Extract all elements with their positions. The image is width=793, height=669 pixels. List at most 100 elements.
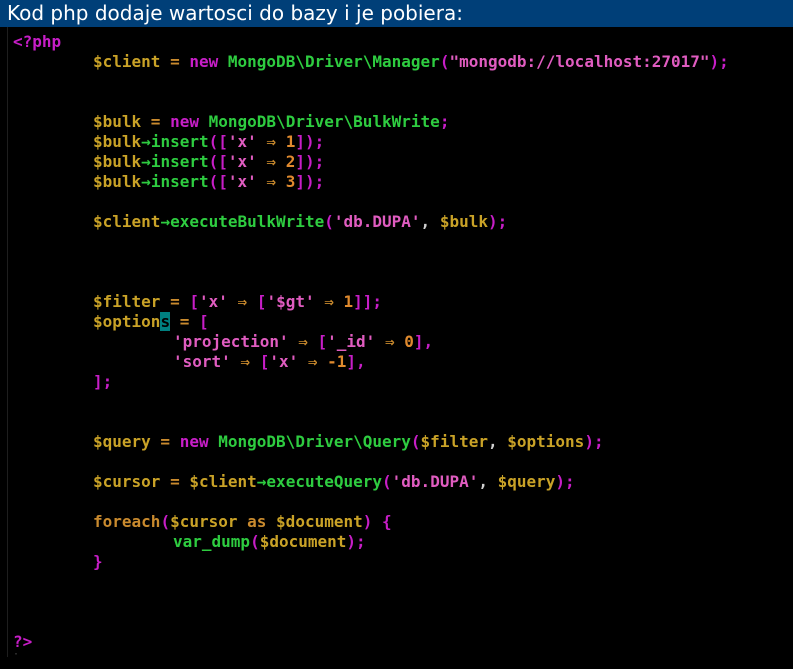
code-token-variable: $query [497,472,556,491]
code-token-string: '_id' [327,332,376,351]
code-token-operator: = [160,52,190,71]
code-token-string: 'x' [198,292,228,311]
code-token-punctuation: [ [256,292,267,311]
code-token-method: insert [150,152,209,171]
code-token-punctuation: ]); [295,132,325,151]
code-token-operator: = [141,112,171,131]
code-token-punctuation: ]; [93,372,113,391]
text-cursor: s [160,312,171,331]
code-token-number: 0 [404,332,414,351]
code-token-keyword: new [189,52,219,71]
code-token-string: 'x' [227,132,257,151]
code-line[interactable]: ]; [93,372,112,392]
code-token-punctuation: ( [324,212,334,231]
code-token-class-name: MongoDB\Driver\BulkWrite [208,112,440,131]
code-token-variable: $options [507,432,585,451]
code-token-method: var_dump [173,532,251,551]
code-token-operator: ⇒ [227,292,257,311]
code-token-punctuation: ([ [208,172,228,191]
code-token-punctuation: [ [317,332,328,351]
code-line[interactable]: foreach($cursor as $document) { [93,512,392,532]
status-ellipsis: · [13,649,22,660]
code-token-operator: ⇒ [256,172,286,191]
code-line[interactable]: $client = new MongoDB\Driver\Manager("mo… [93,52,729,72]
code-token-method: insert [150,172,209,191]
code-line[interactable]: $filter = ['x' ⇒ ['$gt' ⇒ 1]]; [93,292,382,312]
code-token-punctuation: ( [410,432,421,451]
code-token-string: '$gt' [266,292,315,311]
terminal-window: Kod php dodaje wartosci do bazy i je pob… [0,0,793,669]
code-token-operator: = [150,432,180,451]
code-token-keyword: new [179,432,209,451]
code-token-punctuation: ) [362,512,373,531]
code-token-punctuation: ); [584,432,604,451]
code-token-string: 'x' [227,152,257,171]
code-token-variable: $filter [420,432,488,451]
code-line[interactable]: $cursor = $client→executeQuery('db.DUPA'… [93,472,575,492]
code-token-variable: $document [276,512,363,531]
code-token-operator: ⇒ [314,292,344,311]
code-token-string: 'db.DUPA' [391,472,479,491]
code-token-method: executeQuery [266,472,383,491]
code-token-default: , [420,212,440,231]
code-token-variable: $bulk [93,132,142,151]
code-token-operator: = [160,472,190,491]
code-token-punctuation: ( [382,472,392,491]
code-token-operator: ⇒ [256,152,286,171]
code-token-class-name: MongoDB\Driver\Manager [227,52,440,71]
code-token-string: 'projection' [173,332,289,351]
code-line[interactable]: $bulk→insert(['x' ⇒ 2]); [93,152,324,172]
code-line[interactable]: $bulk = new MongoDB\Driver\BulkWrite; [93,112,449,132]
code-token-operator: = [170,312,199,331]
code-token-variable: $bulk [93,172,142,191]
code-token-number: 3 [285,172,296,191]
code-token-punctuation: ], [413,332,434,351]
code-line[interactable]: <?php [13,32,61,52]
code-token-variable: $client [93,52,161,71]
code-token-punctuation: } [93,552,103,571]
code-token-default [209,432,219,451]
code-token-string: 'db.DUPA' [333,212,421,231]
code-token-arrow: → [141,132,151,151]
code-line[interactable]: 'projection' ⇒ ['_id' ⇒ 0], [173,332,433,352]
code-line[interactable]: $query = new MongoDB\Driver\Query($filte… [93,432,604,452]
code-line[interactable]: 'sort' ⇒ ['x' ⇒ -1], [173,352,366,372]
code-token-number: -1 [327,352,347,371]
code-token-number: 1 [343,292,354,311]
code-token-punctuation: [ [259,352,270,371]
code-line[interactable]: } [93,552,103,572]
code-line[interactable]: var_dump($document); [173,532,366,552]
code-token-variable: $client [189,472,257,491]
code-line[interactable]: $client→executeBulkWrite('db.DUPA', $bul… [93,212,507,232]
code-token-operator: foreach [93,512,161,531]
code-token-punctuation: ); [555,472,575,491]
code-token-operator: ⇒ [375,332,405,351]
code-token-punctuation: ]); [295,172,325,191]
code-token-punctuation: ( [439,52,450,71]
code-line[interactable]: $bulk→insert(['x' ⇒ 3]); [93,172,324,192]
code-token-keyword: <?php [13,32,62,51]
code-token-variable: $query [93,432,151,451]
window-title: Kod php dodaje wartosci do bazy i je pob… [0,0,793,27]
code-token-method: executeBulkWrite [170,212,325,231]
code-token-variable: $cursor [93,472,161,491]
code-token-operator: ⇒ [298,352,328,371]
code-token-string: 'x' [227,172,257,191]
code-token-operator: ⇒ [288,332,318,351]
code-token-punctuation: ); [346,532,366,551]
code-token-punctuation: ]]; [353,292,383,311]
code-token-operator: = [160,292,190,311]
code-token-string: 'x' [269,352,299,371]
code-token-variable: $filter [93,292,161,311]
code-token-string: "mongodb://localhost:27017" [449,52,710,71]
code-token-variable: $client [93,212,161,231]
code-line[interactable]: $bulk→insert(['x' ⇒ 1]); [93,132,324,152]
code-token-punctuation: ([ [208,152,228,171]
code-token-keyword: new [170,112,199,131]
code-token-arrow: → [256,472,267,491]
code-token-variable: $bulk [439,212,488,231]
code-line[interactable]: $options = [ [93,312,209,332]
code-token-variable: $document [259,532,347,551]
code-token-operator: ⇒ [256,132,286,151]
code-token-default [199,112,209,131]
